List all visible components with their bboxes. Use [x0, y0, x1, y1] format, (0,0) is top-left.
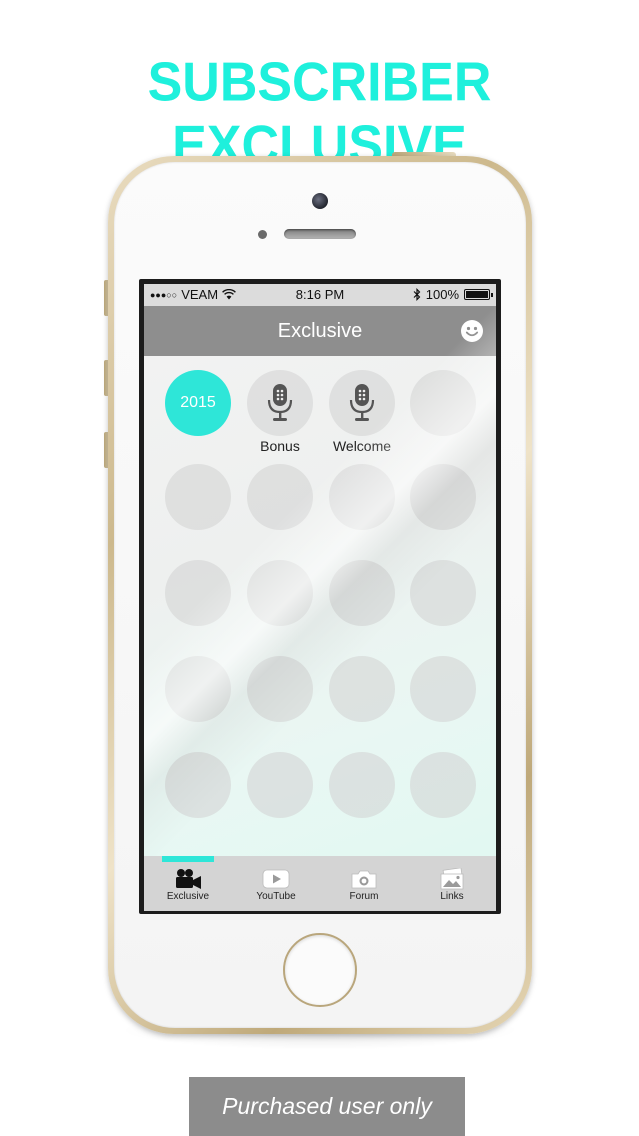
tab-forum[interactable]: Forum	[320, 864, 408, 909]
camera-icon	[351, 870, 377, 889]
proximity-sensor	[258, 230, 267, 239]
grid-item-empty[interactable]	[410, 560, 476, 626]
navigation-bar: Exclusive	[144, 306, 496, 356]
battery-icon	[464, 289, 493, 300]
front-camera	[312, 193, 328, 209]
smiley-icon[interactable]	[460, 319, 484, 343]
battery-fill	[466, 291, 488, 298]
grid-item-welcome[interactable]	[329, 370, 395, 436]
grid-item-empty[interactable]	[165, 752, 231, 818]
tab-links[interactable]: Links	[408, 864, 496, 909]
grid-item-label: Welcome	[332, 438, 392, 454]
grid-item-empty[interactable]	[410, 464, 476, 530]
grid-item-bonus[interactable]	[247, 370, 313, 436]
grid-item-year: 2015	[180, 394, 216, 411]
exclusive-content-grid: 2015 Bonus Welcome	[144, 356, 496, 856]
tab-exclusive[interactable]: Exclusive	[144, 864, 232, 909]
tab-bar: Exclusive YouTube Forum Links	[144, 856, 496, 911]
tab-label: YouTube	[256, 891, 296, 902]
youtube-play-icon	[262, 869, 290, 889]
grid-item-empty[interactable]	[329, 560, 395, 626]
grid-item-empty[interactable]	[247, 656, 313, 722]
tab-youtube[interactable]: YouTube	[232, 864, 320, 909]
grid-item-empty[interactable]	[410, 370, 476, 436]
grid-item-empty[interactable]	[165, 560, 231, 626]
grid-item-empty[interactable]	[329, 464, 395, 530]
grid-item-2015[interactable]: 2015	[165, 370, 231, 436]
grid-item-empty[interactable]	[247, 464, 313, 530]
tab-label: Links	[440, 891, 464, 902]
battery-percent: 100%	[425, 287, 459, 302]
grid-item-empty[interactable]	[247, 752, 313, 818]
grid-item-empty[interactable]	[329, 752, 395, 818]
purchased-user-badge: Purchased user only	[189, 1077, 465, 1136]
microphone-icon	[267, 384, 293, 421]
status-bar: ●●●○○ VEAM 8:16 PM 100%	[144, 284, 496, 306]
page-title: Exclusive	[277, 320, 363, 342]
tab-label: Forum	[349, 891, 379, 902]
grid-item-empty[interactable]	[165, 464, 231, 530]
grid-item-empty[interactable]	[410, 752, 476, 818]
app-screen: ●●●○○ VEAM 8:16 PM 100% Exclusive 2015 B…	[144, 284, 496, 911]
grid-item-empty[interactable]	[329, 656, 395, 722]
microphone-icon	[349, 384, 375, 421]
tab-selected-indicator	[162, 856, 214, 862]
tab-label: Exclusive	[166, 891, 210, 902]
grid-item-empty[interactable]	[247, 560, 313, 626]
bluetooth-icon	[413, 288, 421, 301]
grid-item-empty[interactable]	[410, 656, 476, 722]
photos-icon	[440, 868, 464, 890]
video-camera-icon	[176, 869, 201, 889]
grid-item-empty[interactable]	[165, 656, 231, 722]
home-button	[283, 933, 357, 1007]
earpiece-speaker	[284, 229, 356, 239]
